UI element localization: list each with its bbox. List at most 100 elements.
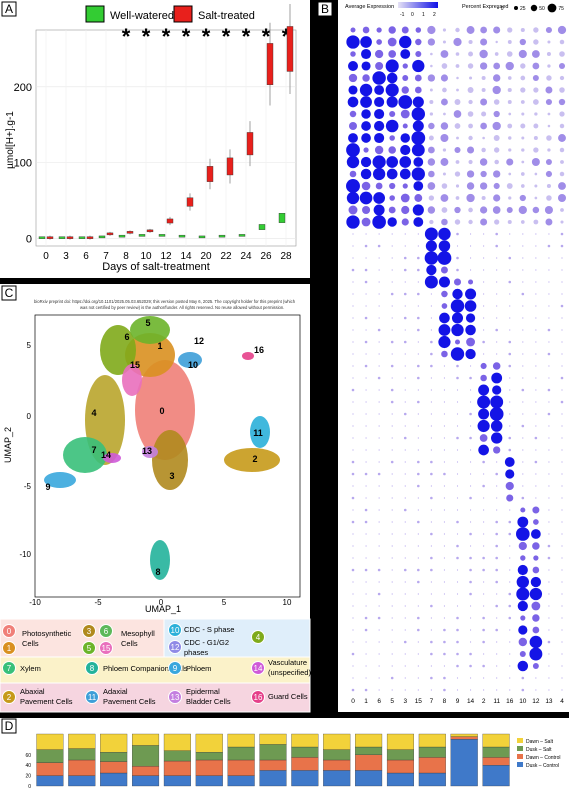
dot-expression-point	[391, 449, 393, 451]
dot-expression-point	[365, 677, 367, 679]
dot-expression-point	[455, 64, 460, 68]
significance-marker: *	[142, 24, 151, 49]
dot-expression-point	[417, 665, 419, 667]
dot-expression-point	[535, 329, 537, 331]
dot-expression-point	[360, 36, 372, 48]
dot-expression-point	[404, 425, 406, 427]
dot-expression-point	[375, 182, 383, 190]
dot-expression-point	[496, 617, 498, 619]
dot-expression-point	[360, 168, 372, 180]
dot-expression-point	[518, 49, 527, 59]
dot-expression-point	[508, 196, 512, 200]
dot-expression-point	[430, 689, 432, 691]
panel-b-cluster-label: 9	[456, 698, 460, 705]
dot-expression-point	[455, 184, 460, 188]
dot-expression-point	[456, 640, 459, 644]
dot-expression-point	[404, 233, 406, 235]
dot-expression-point	[561, 341, 563, 343]
dot-expression-point	[469, 677, 472, 679]
dot-expression-point	[456, 364, 459, 368]
dot-expression-point	[417, 328, 420, 332]
dot-expression-point	[347, 96, 359, 108]
dot-expression-point	[548, 293, 550, 295]
dot-expression-point	[466, 193, 475, 203]
dot-expression-point	[373, 204, 385, 216]
dot-expression-point	[546, 195, 552, 201]
dot-expression-point	[467, 63, 474, 69]
dot-expression-point	[430, 665, 432, 667]
dot-expression-point	[548, 569, 550, 571]
dot-expression-point	[365, 389, 367, 391]
dot-expression-point	[483, 605, 485, 607]
dot-expression-point	[362, 74, 370, 82]
panel-b-cluster-label: 5	[390, 698, 394, 705]
dot-expression-point	[443, 413, 446, 415]
legend-cluster-label: phases	[184, 648, 208, 657]
dot-expression-point	[467, 111, 474, 117]
dot-expression-point	[391, 413, 393, 415]
dot-expression-point	[469, 485, 472, 487]
dot-expression-point	[372, 215, 386, 229]
dot-expression-point	[483, 245, 485, 247]
dot-expression-point	[389, 182, 396, 190]
dot-expression-point	[456, 436, 459, 440]
dot-expression-point	[561, 677, 563, 679]
dot-expression-point	[508, 592, 512, 596]
dot-expression-point	[478, 444, 489, 456]
stacked-bar-segment	[195, 775, 223, 787]
dot-expression-point	[377, 328, 381, 332]
dot-expression-point	[417, 376, 420, 380]
legend-cluster-label: Cells	[22, 639, 39, 648]
dot-expression-point	[467, 87, 474, 93]
dot-expression-point	[509, 677, 511, 679]
dot-expression-point	[403, 508, 407, 512]
panel-a-xtick-label: 0	[43, 251, 49, 262]
panel-d-legend-label: Dusk – Salt	[526, 747, 552, 753]
dot-expression-point	[442, 172, 446, 176]
dot-expression-point	[495, 328, 498, 332]
dot-expression-point	[561, 413, 563, 415]
dot-expression-point	[468, 207, 473, 213]
dot-expression-point	[417, 316, 420, 320]
dot-expression-point	[560, 244, 564, 248]
dot-expression-point	[390, 340, 394, 344]
dot-expression-point	[351, 568, 355, 572]
dot-expression-point	[483, 281, 485, 283]
dot-expression-point	[442, 40, 446, 44]
dot-expression-point	[378, 557, 380, 559]
dot-expression-point	[417, 568, 420, 572]
dot-expression-point	[490, 420, 503, 432]
dot-expression-point	[479, 62, 488, 70]
dot-expression-point	[531, 529, 541, 539]
dot-expression-point	[352, 425, 354, 427]
dot-expression-point	[493, 26, 501, 34]
dot-expression-point	[401, 26, 409, 34]
dot-expression-point	[391, 269, 393, 271]
dot-expression-point	[365, 413, 367, 415]
dot-expression-point	[496, 653, 498, 655]
dot-expression-point	[402, 63, 408, 69]
dot-expression-point	[532, 614, 540, 622]
dot-expression-point	[547, 64, 551, 68]
umap-cluster-label: 1	[157, 341, 162, 351]
dot-expression-point	[443, 593, 446, 595]
dot-expression-point	[533, 555, 539, 561]
dot-expression-point	[450, 299, 465, 313]
dot-expression-point	[424, 227, 438, 241]
dot-expression-point	[417, 400, 420, 404]
stacked-bar-segment	[386, 759, 415, 774]
dot-expression-point	[534, 196, 538, 200]
panel-a-ytick-label: 100	[14, 158, 32, 170]
dot-expression-point	[466, 182, 475, 190]
dot-expression-point	[365, 581, 367, 583]
dot-expression-point	[517, 564, 528, 576]
panel-b-cluster-label: 7	[430, 698, 434, 705]
panel-c-xtick-label: 5	[222, 598, 227, 607]
panel-d-stacked-bars: 0 20 40 60 Dawn – Salt Dusk – Salt Dawn – Cont…	[25, 733, 560, 790]
dot-expression-point	[378, 545, 380, 547]
dot-expression-point	[548, 665, 550, 667]
dot-expression-point	[352, 353, 354, 355]
dot-expression-point	[483, 305, 485, 307]
dot-expression-point	[365, 557, 367, 559]
dot-expression-point	[560, 304, 564, 308]
